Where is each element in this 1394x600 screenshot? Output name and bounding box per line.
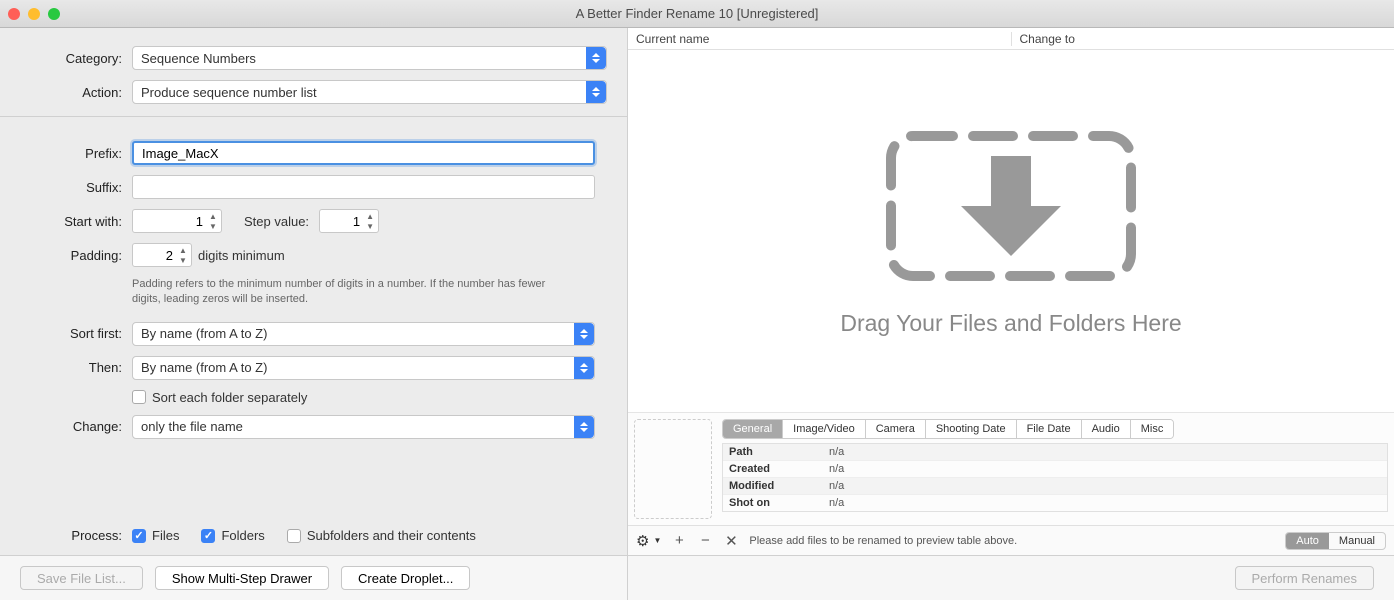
metadata-table: Pathn/a Createdn/a Modifiedn/a Shot onn/…: [722, 443, 1388, 512]
chevron-updown-icon: [574, 416, 594, 438]
process-label: Process:: [20, 528, 132, 543]
start-with-stepper[interactable]: ▲▼: [206, 211, 220, 231]
column-change-to[interactable]: Change to: [1012, 32, 1394, 46]
chevron-updown-icon: [574, 357, 594, 379]
suffix-label: Suffix:: [20, 180, 132, 195]
prefix-label: Prefix:: [20, 146, 132, 161]
create-droplet-button[interactable]: Create Droplet...: [341, 566, 470, 590]
then-label: Then:: [20, 360, 132, 375]
thumbnail-placeholder: [634, 419, 712, 519]
close-button[interactable]: [8, 8, 20, 20]
digits-minimum-label: digits minimum: [198, 248, 285, 263]
sort-first-select[interactable]: By name (from A to Z): [132, 322, 595, 346]
tab-general[interactable]: General: [723, 420, 783, 438]
save-file-list-button[interactable]: Save File List...: [20, 566, 143, 590]
process-folders-checkbox[interactable]: Folders: [201, 528, 264, 543]
info-bar: General Image/Video Camera Shooting Date…: [628, 412, 1394, 525]
drop-icon: [881, 126, 1141, 286]
process-files-checkbox[interactable]: Files: [132, 528, 179, 543]
tab-audio[interactable]: Audio: [1082, 420, 1131, 438]
tab-file-date[interactable]: File Date: [1017, 420, 1082, 438]
maximize-button[interactable]: [48, 8, 60, 20]
prefix-input[interactable]: [132, 141, 595, 165]
change-select[interactable]: only the file name: [132, 415, 595, 439]
drop-text: Drag Your Files and Folders Here: [840, 310, 1181, 337]
gear-dropdown-icon[interactable]: ▼: [653, 536, 661, 545]
window-title: A Better Finder Rename 10 [Unregistered]: [0, 6, 1394, 21]
tab-camera[interactable]: Camera: [866, 420, 926, 438]
padding-stepper[interactable]: ▲▼: [176, 245, 190, 265]
suffix-input[interactable]: [132, 175, 595, 199]
chevron-updown-icon: [586, 81, 606, 103]
toggle-auto[interactable]: Auto: [1286, 533, 1329, 549]
category-select[interactable]: Sequence Numbers: [132, 46, 607, 70]
add-icon[interactable]: +: [671, 532, 687, 549]
tab-shooting-date[interactable]: Shooting Date: [926, 420, 1017, 438]
chevron-updown-icon: [574, 323, 594, 345]
preview-panel: Current name Change to Drag Your Files a…: [628, 28, 1394, 600]
process-subfolders-checkbox[interactable]: Subfolders and their contents: [287, 528, 476, 543]
then-select[interactable]: By name (from A to Z): [132, 356, 595, 380]
step-value-stepper[interactable]: ▲▼: [363, 211, 377, 231]
padding-label: Padding:: [20, 248, 132, 263]
drop-zone[interactable]: Drag Your Files and Folders Here: [628, 50, 1394, 412]
chevron-updown-icon: [586, 47, 606, 69]
clear-icon[interactable]: ✕: [723, 532, 739, 550]
minimize-button[interactable]: [28, 8, 40, 20]
change-label: Change:: [20, 419, 132, 434]
settings-panel: Category: Sequence Numbers Action: Produ…: [0, 28, 628, 600]
tab-misc[interactable]: Misc: [1131, 420, 1174, 438]
metadata-tabs: General Image/Video Camera Shooting Date…: [722, 419, 1174, 439]
action-label: Action:: [20, 85, 132, 100]
status-bar: ⚙ ▼ + − ✕ Please add files to be renamed…: [628, 525, 1394, 555]
toggle-manual[interactable]: Manual: [1329, 533, 1385, 549]
step-value-label: Step value:: [244, 214, 309, 229]
sort-each-folder-checkbox[interactable]: Sort each folder separately: [132, 390, 307, 405]
column-current-name[interactable]: Current name: [628, 32, 1012, 46]
preview-columns: Current name Change to: [628, 28, 1394, 50]
show-drawer-button[interactable]: Show Multi-Step Drawer: [155, 566, 329, 590]
titlebar: A Better Finder Rename 10 [Unregistered]: [0, 0, 1394, 28]
action-select[interactable]: Produce sequence number list: [132, 80, 607, 104]
padding-hint: Padding refers to the minimum number of …: [132, 277, 552, 308]
perform-renames-button[interactable]: Perform Renames: [1235, 566, 1374, 590]
status-message: Please add files to be renamed to previe…: [749, 535, 1275, 547]
category-label: Category:: [20, 51, 132, 66]
remove-icon[interactable]: −: [697, 532, 713, 549]
start-with-label: Start with:: [20, 214, 132, 229]
tab-image-video[interactable]: Image/Video: [783, 420, 866, 438]
sort-first-label: Sort first:: [20, 326, 132, 341]
gear-icon[interactable]: ⚙: [636, 532, 649, 550]
auto-manual-toggle[interactable]: Auto Manual: [1285, 532, 1386, 550]
